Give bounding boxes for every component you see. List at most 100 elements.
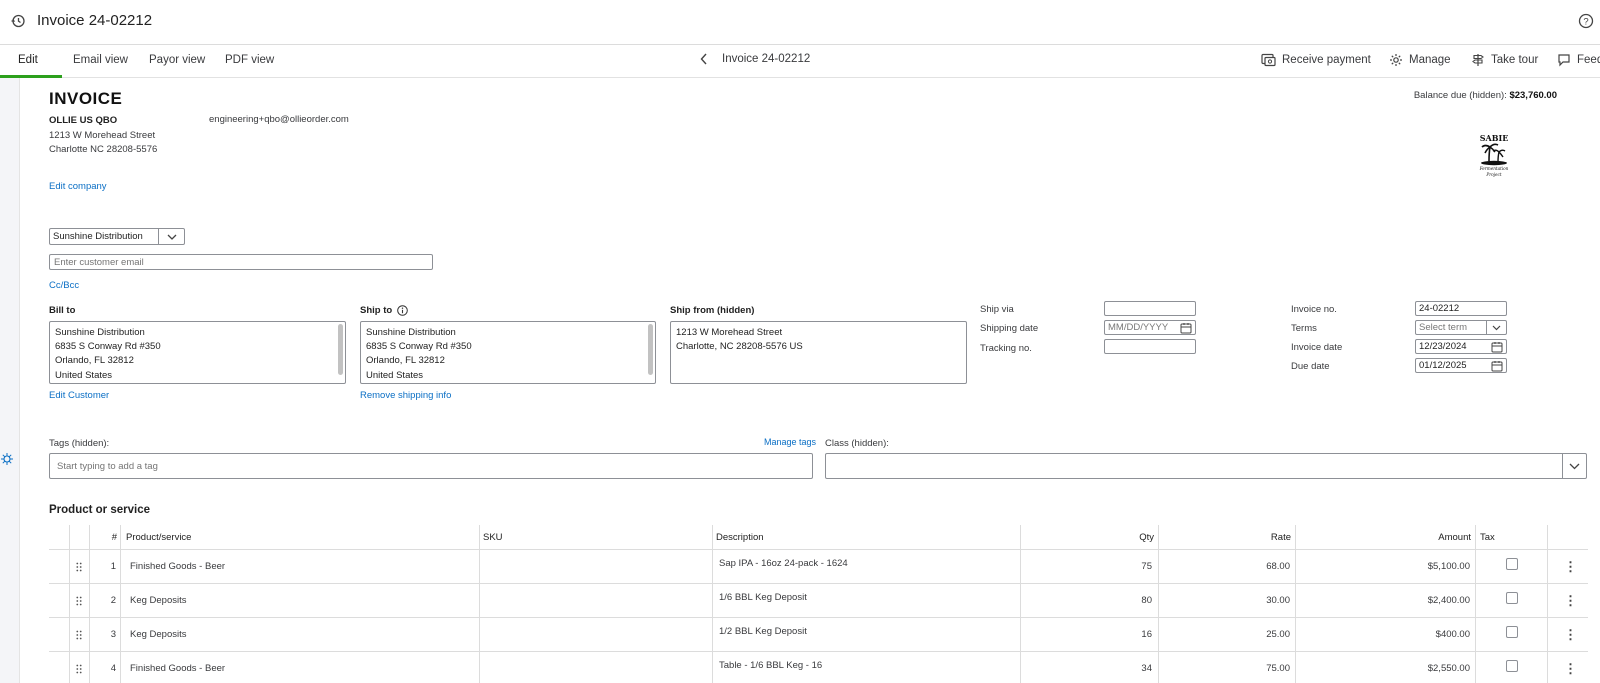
product-cell[interactable]: Keg Deposits bbox=[130, 618, 187, 651]
take-tour-button[interactable]: Take tour bbox=[1471, 53, 1538, 67]
scrollbar[interactable] bbox=[648, 324, 653, 375]
description-cell[interactable]: Table - 1/6 BBL Keg - 16 bbox=[719, 652, 822, 683]
column-header-num: # bbox=[111, 531, 117, 543]
balance-due: Balance due (hidden): $23,760.00 bbox=[1414, 90, 1557, 101]
amount-cell[interactable]: $400.00 bbox=[1295, 618, 1470, 651]
ship-from-address[interactable]: 1213 W Morehead Street Charlotte, NC 282… bbox=[670, 321, 967, 384]
column-header-tax[interactable]: Tax bbox=[1480, 525, 1495, 549]
tax-checkbox[interactable] bbox=[1506, 618, 1518, 651]
customer-select-value: Sunshine Distribution bbox=[53, 231, 143, 242]
ship-to-line: 6835 S Conway Rd #350 bbox=[366, 341, 472, 353]
column-header-qty[interactable]: Qty bbox=[1020, 525, 1154, 549]
drag-handle-icon[interactable] bbox=[76, 550, 82, 583]
qty-cell[interactable]: 16 bbox=[1020, 618, 1152, 651]
left-rail bbox=[0, 78, 20, 683]
due-date-input[interactable]: 01/12/2025 bbox=[1415, 358, 1507, 373]
drag-handle-icon[interactable] bbox=[76, 584, 82, 617]
row-number: 4 bbox=[110, 663, 116, 674]
class-select[interactable] bbox=[825, 453, 1587, 479]
row-number: 1 bbox=[110, 561, 116, 572]
product-cell[interactable]: Keg Deposits bbox=[130, 584, 187, 617]
rate-cell[interactable]: 25.00 bbox=[1158, 618, 1290, 651]
description-cell[interactable]: 1/6 BBL Keg Deposit bbox=[719, 584, 807, 617]
rate-cell[interactable]: 30.00 bbox=[1158, 584, 1290, 617]
row-number: 3 bbox=[110, 629, 116, 640]
column-header-amount[interactable]: Amount bbox=[1295, 525, 1471, 549]
edit-company-link[interactable]: Edit company bbox=[49, 181, 107, 192]
receive-payment-button[interactable]: Receive payment bbox=[1261, 53, 1371, 67]
company-email: engineering+qbo@ollieorder.com bbox=[209, 114, 349, 125]
logo-middle-text: Fermentation bbox=[1479, 166, 1509, 171]
remove-shipping-link[interactable]: Remove shipping info bbox=[360, 390, 451, 401]
ship-to-line: Sunshine Distribution bbox=[366, 327, 456, 338]
tab-payor-view[interactable]: Payor view bbox=[149, 54, 205, 66]
column-header-description[interactable]: Description bbox=[716, 525, 764, 549]
qty-cell[interactable]: 75 bbox=[1020, 550, 1152, 583]
tax-checkbox[interactable] bbox=[1506, 584, 1518, 617]
table-row[interactable]: 1 Finished Goods - Beer Sap IPA - 16oz 2… bbox=[49, 550, 1588, 584]
column-header-rate[interactable]: Rate bbox=[1158, 525, 1291, 549]
take-tour-label: Take tour bbox=[1491, 54, 1539, 66]
feedback-label: Feed bbox=[1577, 54, 1600, 66]
help-icon[interactable]: ? bbox=[1578, 13, 1594, 29]
calendar-icon[interactable] bbox=[1491, 341, 1503, 353]
invoice-date-input[interactable]: 12/23/2024 bbox=[1415, 339, 1507, 354]
drag-handle-icon[interactable] bbox=[76, 618, 82, 651]
terms-placeholder: Select term bbox=[1419, 322, 1468, 333]
product-cell[interactable]: Finished Goods - Beer bbox=[130, 550, 225, 583]
invoice-heading: INVOICE bbox=[49, 89, 123, 108]
history-icon[interactable] bbox=[10, 13, 26, 29]
column-header-sku[interactable]: SKU bbox=[483, 525, 503, 549]
tax-checkbox[interactable] bbox=[1506, 550, 1518, 583]
ship-via-input[interactable] bbox=[1104, 301, 1196, 316]
product-cell[interactable]: Finished Goods - Beer bbox=[130, 652, 225, 683]
tab-pdf-view[interactable]: PDF view bbox=[225, 54, 274, 66]
product-table: # Product/service SKU Description Qty Ra… bbox=[49, 525, 1588, 683]
shipping-date-input[interactable]: MM/DD/YYYY bbox=[1104, 320, 1196, 335]
qty-cell[interactable]: 34 bbox=[1020, 652, 1152, 683]
qty-cell[interactable]: 80 bbox=[1020, 584, 1152, 617]
row-menu-icon[interactable]: ⋮ bbox=[1564, 584, 1577, 617]
description-cell[interactable]: Sap IPA - 16oz 24-pack - 1624 bbox=[719, 550, 848, 583]
calendar-icon[interactable] bbox=[1180, 322, 1192, 334]
company-logo[interactable]: SABIE Fermentation Project bbox=[1470, 131, 1518, 179]
bill-to-address[interactable]: Sunshine Distribution 6835 S Conway Rd #… bbox=[49, 321, 346, 384]
tax-checkbox[interactable] bbox=[1506, 652, 1518, 683]
amount-cell[interactable]: $2,400.00 bbox=[1295, 584, 1470, 617]
table-row[interactable]: 3 Keg Deposits 1/2 BBL Keg Deposit 16 25… bbox=[49, 618, 1588, 652]
amount-cell[interactable]: $5,100.00 bbox=[1295, 550, 1470, 583]
rate-cell[interactable]: 75.00 bbox=[1158, 652, 1290, 683]
rate-cell[interactable]: 68.00 bbox=[1158, 550, 1290, 583]
customer-email-input[interactable] bbox=[49, 254, 433, 270]
invoice-no-input[interactable]: 24-02212 bbox=[1415, 301, 1507, 316]
amount-cell[interactable]: $2,550.00 bbox=[1295, 652, 1470, 683]
table-row[interactable]: 2 Keg Deposits 1/6 BBL Keg Deposit 80 30… bbox=[49, 584, 1588, 618]
column-header-product[interactable]: Product/service bbox=[126, 525, 191, 549]
manage-button[interactable]: Manage bbox=[1389, 53, 1451, 67]
tab-email-view[interactable]: Email view bbox=[73, 54, 128, 66]
terms-select[interactable]: Select term bbox=[1415, 320, 1507, 335]
cc-bcc-link[interactable]: Cc/Bcc bbox=[49, 280, 79, 291]
tab-edit[interactable]: Edit bbox=[18, 54, 38, 66]
customer-select[interactable]: Sunshine Distribution bbox=[49, 228, 185, 245]
drag-handle-icon[interactable] bbox=[76, 652, 82, 683]
edit-customer-link[interactable]: Edit Customer bbox=[49, 390, 109, 401]
sparkle-icon[interactable] bbox=[0, 452, 14, 466]
row-menu-icon[interactable]: ⋮ bbox=[1564, 652, 1577, 683]
feedback-button[interactable]: Feed bbox=[1557, 53, 1600, 67]
ship-to-address[interactable]: Sunshine Distribution 6835 S Conway Rd #… bbox=[360, 321, 656, 384]
row-number: 2 bbox=[110, 595, 116, 606]
info-icon[interactable] bbox=[397, 305, 409, 316]
row-menu-icon[interactable]: ⋮ bbox=[1564, 550, 1577, 583]
scrollbar[interactable] bbox=[338, 324, 343, 375]
calendar-icon[interactable] bbox=[1491, 360, 1503, 372]
chevron-left-icon[interactable] bbox=[700, 53, 708, 65]
table-row[interactable]: 4 Finished Goods - Beer Table - 1/6 BBL … bbox=[49, 652, 1588, 683]
description-cell[interactable]: 1/2 BBL Keg Deposit bbox=[719, 618, 807, 651]
row-menu-icon[interactable]: ⋮ bbox=[1564, 618, 1577, 651]
manage-label: Manage bbox=[1409, 54, 1451, 66]
tags-input[interactable] bbox=[49, 453, 813, 479]
tracking-no-input[interactable] bbox=[1104, 339, 1196, 354]
table-header-row: # Product/service SKU Description Qty Ra… bbox=[49, 525, 1588, 550]
manage-tags-link[interactable]: Manage tags bbox=[764, 437, 816, 447]
